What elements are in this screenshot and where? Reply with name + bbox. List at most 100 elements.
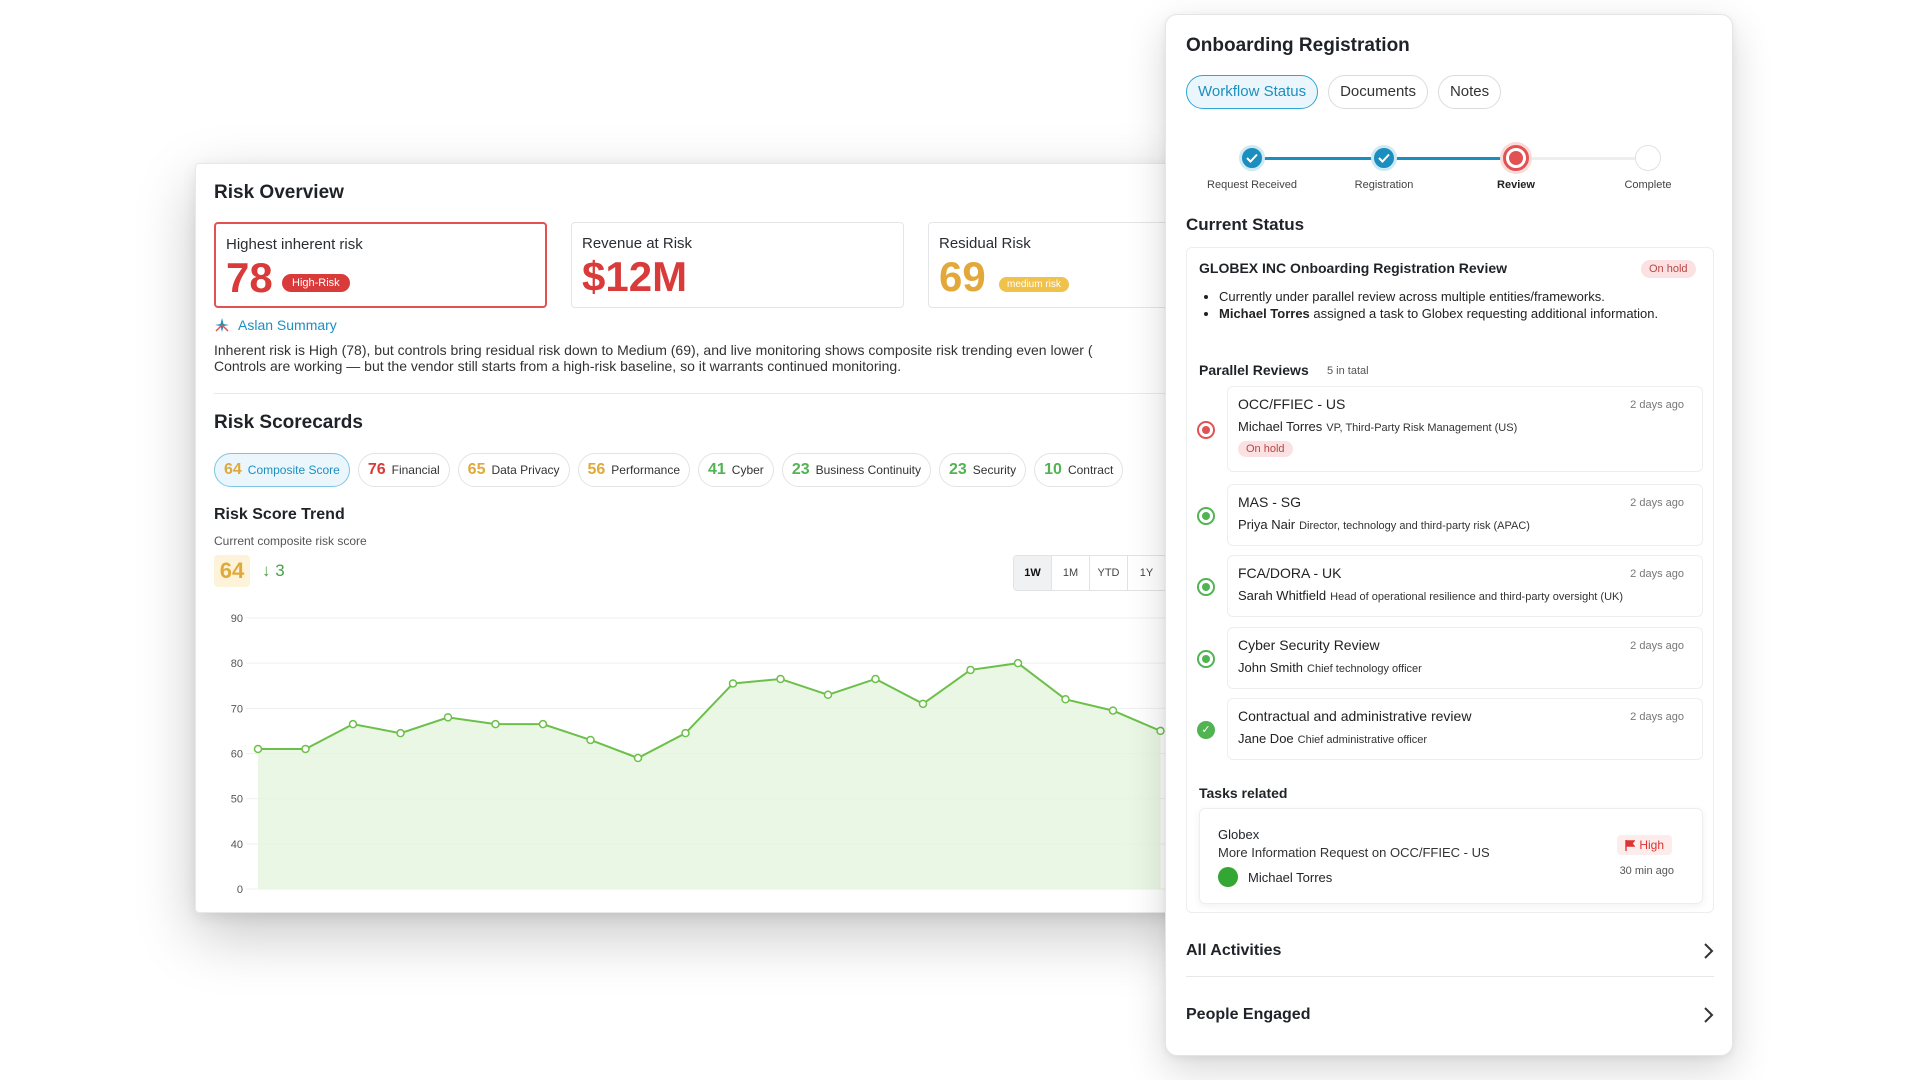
- trend-point[interactable]: [681, 728, 690, 738]
- review-item[interactable]: FCA/DORA - UK 2 days ago Sarah Whitfield He…: [1197, 555, 1703, 617]
- trend-point[interactable]: [823, 690, 833, 700]
- task-card[interactable]: Globex More Information Request on OCC/F…: [1199, 808, 1703, 904]
- scorecard-pill[interactable]: 76 Financial: [357, 453, 450, 487]
- trend-point[interactable]: [966, 665, 975, 675]
- onboarding-tabs: Workflow Status Documents Notes: [1186, 75, 1502, 109]
- scorecard-pill[interactable]: 23 Business Continuity: [781, 453, 931, 487]
- trend-point[interactable]: [253, 744, 263, 754]
- current-status-card: GLOBEX INC Onboarding Registration Revie…: [1186, 247, 1714, 913]
- review-item[interactable]: MAS - SG 2 days ago Priya Nair Director, te…: [1197, 484, 1703, 546]
- scorecard-pill[interactable]: 56 Performance: [577, 453, 690, 487]
- review-person: Sarah Whitfield Head of operational resil…: [1238, 588, 1623, 603]
- metric-highest-inherent-risk[interactable]: Highest inherent risk 78 High-Risk: [214, 222, 547, 308]
- workflow-stepper: Request Received Registration Review Comple…: [1186, 133, 1714, 193]
- trend-point[interactable]: [633, 753, 643, 763]
- review-name: FCA/DORA - UK: [1238, 565, 1342, 581]
- status-bullet: Michael Torres assigned a task to Globex…: [1219, 305, 1689, 322]
- pill-score: 23: [791, 461, 810, 478]
- trend-point[interactable]: [443, 713, 453, 722]
- risk-score-trend-subtitle: Current composite risk score: [214, 534, 367, 548]
- trend-point[interactable]: [538, 719, 548, 729]
- review-item[interactable]: ✓ Contractual and administrative review 2 …: [1197, 698, 1703, 760]
- status-in-progress-icon: [1197, 507, 1215, 525]
- people-engaged-row[interactable]: People Engaged: [1186, 995, 1714, 1035]
- range-button-1m[interactable]: 1M: [1052, 556, 1090, 590]
- current-score: 64: [214, 555, 250, 587]
- trend-point[interactable]: [586, 735, 595, 745]
- step-pending-icon: [1635, 145, 1661, 171]
- range-button-ytd[interactable]: YTD: [1090, 556, 1128, 590]
- reviewer-name: Priya Nair: [1238, 517, 1296, 532]
- step-label: Complete: [1624, 179, 1672, 191]
- status-in-progress-icon: [1197, 578, 1215, 596]
- task-description: More Information Request on OCC/FFIEC - …: [1218, 845, 1490, 860]
- risk-score-trend-chart: 0 40 50 60 70 80 90: [231, 613, 1194, 896]
- step-done-icon: [1239, 145, 1265, 171]
- review-name: Cyber Security Review: [1238, 637, 1380, 653]
- time-range-selector: 1W 1M YTD 1Y: [1013, 555, 1167, 591]
- trend-point[interactable]: [348, 719, 358, 729]
- review-item[interactable]: OCC/FFIEC - US 2 days ago Michael Torres VP…: [1197, 386, 1703, 472]
- all-activities-label: All Activities: [1186, 942, 1282, 959]
- pill-score: 65: [467, 461, 486, 478]
- pill-label: Contract: [1067, 463, 1114, 477]
- trend-point[interactable]: [776, 674, 785, 684]
- scorecard-pill[interactable]: 64 Composite Score: [214, 453, 350, 487]
- current-step-dot: [1509, 151, 1523, 165]
- trend-point[interactable]: [1061, 695, 1070, 704]
- status-heading: GLOBEX INC Onboarding Registration Revie…: [1199, 260, 1508, 276]
- scorecard-pill[interactable]: 65 Data Privacy: [457, 453, 570, 487]
- workflow-step: Request Received: [1186, 133, 1318, 191]
- range-button-1w[interactable]: 1W: [1014, 556, 1052, 590]
- aslan-summary-title: Aslan Summary: [238, 317, 337, 333]
- tab-documents[interactable]: Documents: [1328, 75, 1428, 109]
- divider: [214, 393, 1194, 394]
- parallel-reviews-title: Parallel Reviews: [1199, 362, 1309, 378]
- trend-point[interactable]: [918, 699, 928, 709]
- avatar: [1218, 867, 1238, 887]
- trend-point[interactable]: [396, 728, 405, 738]
- task-assignee-name: Michael Torres: [1248, 869, 1333, 885]
- scorecard-pill[interactable]: 10 Contract: [1034, 453, 1124, 487]
- pill-label: Cyber: [731, 463, 764, 477]
- task-org: Globex: [1218, 827, 1260, 842]
- pill-score: 41: [708, 461, 726, 478]
- y-tick-label: 50: [231, 794, 243, 806]
- tab-workflow-status[interactable]: Workflow Status: [1186, 75, 1319, 109]
- trend-point[interactable]: [1156, 726, 1165, 736]
- trend-point[interactable]: [491, 719, 500, 729]
- reviewer-role: Head of operational resilience and third…: [1330, 591, 1624, 603]
- review-time: 2 days ago: [1630, 399, 1684, 411]
- priority-label: High: [1639, 838, 1664, 852]
- risk-overview-card: Risk Overview Highest inherent risk 78 H…: [195, 163, 1195, 913]
- trend-point[interactable]: [871, 674, 880, 684]
- metric-label: Residual Risk: [939, 235, 1031, 252]
- range-button-1y[interactable]: 1Y: [1128, 556, 1166, 590]
- review-name: Contractual and administrative review: [1238, 708, 1472, 724]
- metric-residual-risk[interactable]: Residual Risk 69 medium risk: [928, 222, 1194, 308]
- review-item[interactable]: Cyber Security Review 2 days ago John Smit…: [1197, 627, 1703, 689]
- review-time: 2 days ago: [1630, 711, 1684, 723]
- metric-revenue-at-risk[interactable]: Revenue at Risk $12M: [571, 222, 904, 308]
- pill-score: 23: [949, 461, 967, 478]
- all-activities-row[interactable]: All Activities: [1186, 931, 1714, 971]
- trend-point[interactable]: [1108, 706, 1118, 715]
- risk-score-trend-title: Risk Score Trend: [214, 506, 345, 523]
- aslan-logo-icon: [215, 318, 229, 332]
- divider: [1186, 976, 1714, 977]
- metric-value: $12M: [582, 253, 688, 300]
- trend-point[interactable]: [1013, 658, 1023, 668]
- onboarding-title: Onboarding Registration: [1186, 35, 1410, 56]
- pill-label: Data Privacy: [491, 463, 560, 477]
- review-time: 2 days ago: [1630, 497, 1684, 509]
- review-person: Jane Doe Chief administrative officer: [1238, 731, 1427, 746]
- pill-label: Composite Score: [247, 463, 340, 477]
- tab-notes[interactable]: Notes: [1437, 75, 1502, 109]
- on-hold-badge: On hold: [1238, 441, 1293, 457]
- trend-point[interactable]: [728, 679, 738, 688]
- scorecard-pill[interactable]: 41 Cyber: [698, 453, 774, 487]
- review-name: OCC/FFIEC - US: [1238, 396, 1346, 412]
- pill-score: 10: [1044, 461, 1062, 478]
- scorecard-pill[interactable]: 23 Security: [939, 453, 1027, 487]
- trend-point[interactable]: [301, 744, 310, 754]
